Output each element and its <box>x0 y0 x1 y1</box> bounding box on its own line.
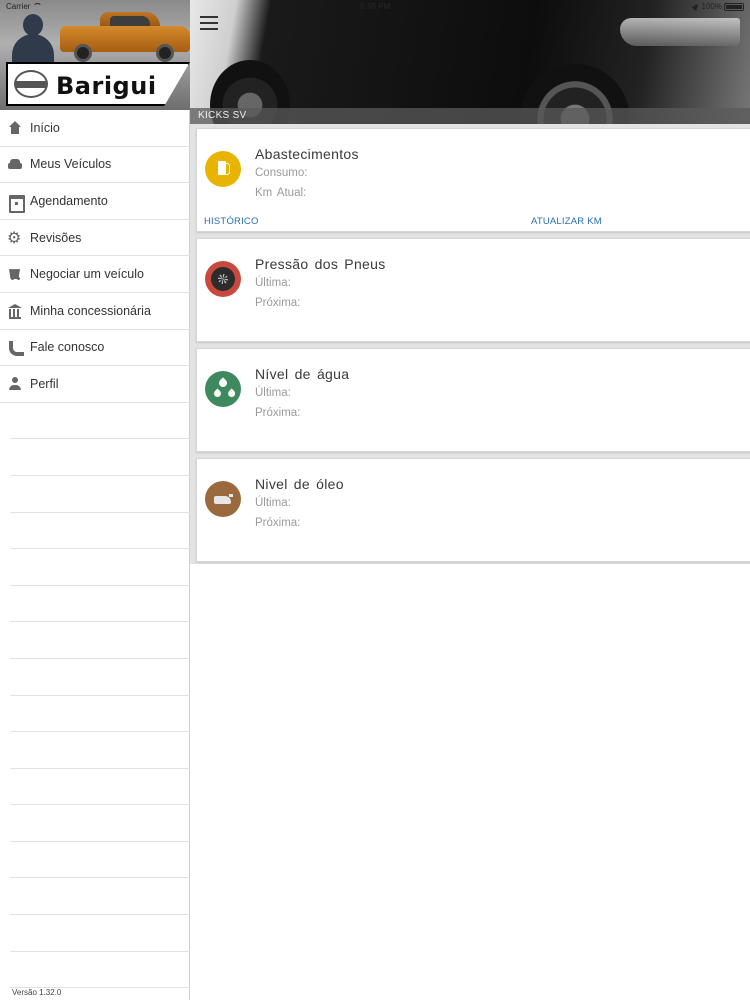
card-nivel-oleo[interactable]: Nivel de óleo Última: Próxima: <box>196 458 750 562</box>
card-ultima-label: Última: <box>255 277 291 289</box>
brand-name: Barigui <box>56 72 157 100</box>
sidebar-item-label: Minha concessionária <box>30 303 151 318</box>
brand-logo: Barigui <box>6 62 190 106</box>
empty-list-row <box>10 696 190 733</box>
cart-icon <box>8 267 22 281</box>
sidebar-item-minha-concessionaria[interactable]: Minha concessionária <box>0 293 190 330</box>
empty-list-row <box>10 476 190 513</box>
empty-list-row <box>10 659 190 696</box>
sidebar-nav: Início Meus Veículos Agendamento Revisõe… <box>0 110 190 1000</box>
clock: 5:35 PM <box>359 2 391 11</box>
car-icon <box>8 157 22 171</box>
sidebar-item-label: Revisões <box>30 230 82 245</box>
bank-icon <box>8 303 22 319</box>
card-title: Nivel de óleo <box>255 476 344 492</box>
phone-icon <box>8 340 24 357</box>
fuel-pump-icon <box>205 151 241 187</box>
sidebar-item-label: Fale conosco <box>30 340 105 355</box>
card-proxima-label: Próxima: <box>255 517 301 529</box>
card-ultima-label: Última: <box>255 497 291 509</box>
empty-list-row <box>10 952 190 989</box>
empty-list-row <box>10 842 190 879</box>
empty-list-row <box>10 439 190 476</box>
card-consumo-label: Consumo: <box>255 167 308 179</box>
hamburger-menu-icon[interactable] <box>200 16 218 30</box>
sidebar-item-perfil[interactable]: Perfil <box>0 366 190 403</box>
oil-can-icon <box>205 481 241 517</box>
sidebar-item-label: Agendamento <box>30 193 108 208</box>
empty-list-row <box>10 513 190 550</box>
sidebar-item-negociar-veiculo[interactable]: Negociar um veículo <box>0 256 190 293</box>
vehicle-label-strip <box>190 108 750 124</box>
sidebar-item-inicio[interactable]: Início <box>0 110 190 147</box>
sidebar: Barigui Início Meus Veículos Agendamento… <box>0 0 190 1000</box>
card-km-label: Km Atual: <box>255 187 307 199</box>
tire-icon <box>205 261 241 297</box>
empty-list-row <box>10 732 190 769</box>
empty-list-row <box>10 805 190 842</box>
person-icon <box>8 376 22 391</box>
avatar[interactable] <box>10 14 56 62</box>
card-proxima-label: Próxima: <box>255 297 301 309</box>
empty-list-row <box>10 878 190 916</box>
home-icon <box>8 120 22 135</box>
card-pressao-pneus[interactable]: Pressão dos Pneus Última: Próxima: <box>196 238 750 342</box>
card-title: Abastecimentos <box>255 146 359 162</box>
empty-list-row <box>10 403 190 440</box>
vehicle-model-label: KICKS SV <box>198 110 247 121</box>
card-title: Nível de água <box>255 366 350 382</box>
empty-list-row <box>10 622 190 659</box>
battery-indicator: 100% <box>690 2 744 12</box>
gear-icon <box>7 228 22 247</box>
vehicle-hero-image <box>190 0 750 124</box>
empty-list-row <box>10 586 190 623</box>
header-vehicle-image <box>60 12 190 62</box>
sidebar-item-label: Meus Veículos <box>30 157 112 172</box>
water-drops-icon <box>205 371 241 407</box>
card-nivel-agua[interactable]: Nível de água Última: Próxima: <box>196 348 750 452</box>
sidebar-item-label: Início <box>30 120 60 135</box>
sidebar-item-agendamento[interactable]: Agendamento <box>0 183 190 220</box>
sidebar-item-label: Perfil <box>30 376 59 391</box>
card-title: Pressão dos Pneus <box>255 256 386 272</box>
card-ultima-label: Última: <box>255 387 291 399</box>
status-bar: Carrier 5:35 PM 100% <box>0 0 750 14</box>
app-version: Versão 1.32.0 <box>12 988 62 997</box>
card-proxima-label: Próxima: <box>255 407 301 419</box>
card-abastecimentos[interactable]: Abastecimentos Consumo: Km Atual: HISTÓR… <box>196 128 750 232</box>
sidebar-item-meus-veiculos[interactable]: Meus Veículos <box>0 147 190 184</box>
empty-list-row <box>10 769 190 806</box>
sidebar-header: Barigui <box>0 0 190 110</box>
empty-list-row <box>10 549 190 586</box>
historico-link[interactable]: HISTÓRICO <box>204 216 259 227</box>
sidebar-item-fale-conosco[interactable]: Fale conosco <box>0 330 190 367</box>
location-icon <box>690 2 701 12</box>
empty-list-row <box>10 915 190 952</box>
calendar-icon <box>8 194 25 213</box>
atualizar-km-link[interactable]: ATUALIZAR KM <box>531 216 602 227</box>
sidebar-item-label: Negociar um veículo <box>30 267 144 282</box>
battery-icon <box>724 2 744 11</box>
maintenance-cards: Abastecimentos Consumo: Km Atual: HISTÓR… <box>190 124 750 564</box>
nissan-logo-icon <box>14 70 48 98</box>
sidebar-item-revisoes[interactable]: Revisões <box>0 220 190 257</box>
